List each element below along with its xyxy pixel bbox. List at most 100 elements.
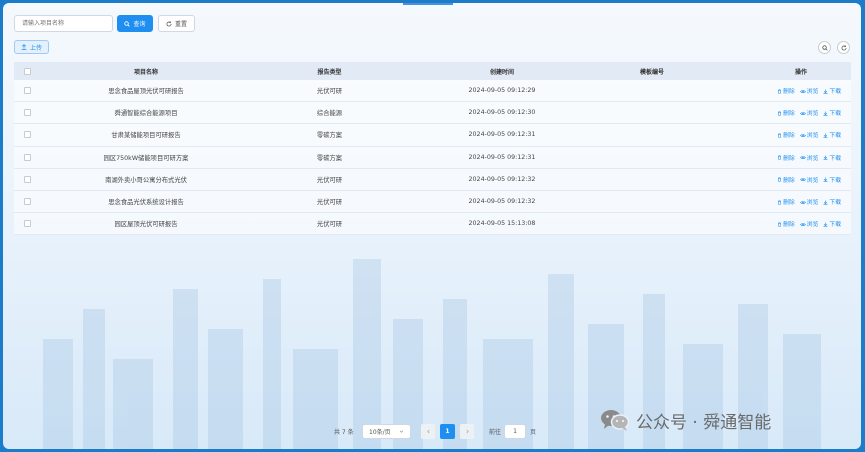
chevron-down-icon xyxy=(399,430,404,433)
preview-label: 浏览 xyxy=(806,155,819,162)
cell-created-time: 2024-09-05 09:12:32 xyxy=(468,175,536,183)
download-link[interactable]: 下载 xyxy=(823,175,841,184)
download-label: 下载 xyxy=(829,89,841,96)
download-label: 下载 xyxy=(829,200,841,207)
row-checkbox[interactable] xyxy=(23,87,31,95)
download-link[interactable]: 下载 xyxy=(823,130,841,139)
preview-link[interactable]: 浏览 xyxy=(799,153,819,162)
delete-link[interactable]: 删除 xyxy=(777,108,795,117)
table-row: 园区750kW储能项目可研方案 零碳方案 2024-09-05 09:12:31 删除… xyxy=(14,146,851,169)
eye-icon xyxy=(799,89,806,93)
delete-link[interactable]: 删除 xyxy=(777,197,795,206)
download-icon xyxy=(823,200,828,205)
prev-page-button[interactable] xyxy=(421,424,435,439)
preview-label: 浏览 xyxy=(806,200,819,207)
search-input[interactable] xyxy=(14,15,113,32)
cell-created-time: 2024-09-05 09:12:31 xyxy=(468,131,536,139)
page-suffix-label: 页 xyxy=(530,429,537,436)
download-link[interactable]: 下载 xyxy=(823,108,841,117)
cell-report-type: 零碳方案 xyxy=(316,154,343,162)
page-button-current[interactable]: 1 xyxy=(440,424,455,439)
download-icon xyxy=(823,177,828,183)
cell-operations: 删除 浏览 下载 xyxy=(707,108,851,117)
toggle-search-button[interactable] xyxy=(818,41,831,54)
download-link[interactable]: 下载 xyxy=(823,197,841,206)
cell-report-type: 零碳方案 xyxy=(316,132,343,140)
row-checkbox[interactable] xyxy=(23,131,31,139)
preview-link[interactable]: 浏览 xyxy=(799,130,818,139)
preview-link[interactable]: 浏览 xyxy=(799,108,819,118)
delete-link[interactable]: 删除 xyxy=(777,153,795,162)
header-ops: 操作 xyxy=(794,68,807,76)
preview-link[interactable]: 浏览 xyxy=(799,86,818,95)
download-icon xyxy=(823,89,828,94)
cell-report-type: 光伏可研 xyxy=(316,221,343,229)
download-link[interactable]: 下载 xyxy=(823,219,841,228)
download-label: 下载 xyxy=(829,133,841,140)
delete-icon xyxy=(778,133,782,138)
download-link[interactable]: 下载 xyxy=(823,86,841,95)
cell-created-time: 2024-09-05 09:12:29 xyxy=(468,87,536,95)
reset-button-label: 重置 xyxy=(174,21,187,28)
cell-created-time: 2024-09-05 15:13:08 xyxy=(468,220,536,228)
watermark-text: 公众号 · 舜通智能 xyxy=(636,412,772,433)
table-header: 项目名称 报告类型 创建时间 模板编号 操作 xyxy=(14,62,851,80)
delete-icon xyxy=(778,222,782,227)
cell-project-name: 甘肃某储能项目可研报告 xyxy=(111,132,181,140)
cell-created-time: 2024-09-05 09:12:31 xyxy=(468,153,536,161)
delete-icon xyxy=(778,111,782,116)
table-row: 思念食品光伏系统设计报告 光伏可研 2024-09-05 09:12:32 删除 浏览 下… xyxy=(14,190,851,214)
reset-button[interactable]: 重置 xyxy=(158,15,195,32)
query-button[interactable]: 查询 xyxy=(117,15,153,32)
preview-link[interactable]: 浏览 xyxy=(799,175,818,184)
row-checkbox[interactable] xyxy=(23,198,31,206)
cell-report-type: 光伏可研 xyxy=(316,199,343,207)
preview-link[interactable]: 浏览 xyxy=(799,197,819,207)
delete-label: 删除 xyxy=(783,133,795,140)
cell-operations: 删除 浏览 下载 xyxy=(707,86,851,95)
row-checkbox[interactable] xyxy=(23,153,31,161)
cell-operations: 删除 浏览 下载 xyxy=(707,175,851,184)
refresh-table-button[interactable] xyxy=(837,41,850,54)
refresh-icon xyxy=(841,44,846,50)
top-accent-bar xyxy=(403,3,453,5)
table-body: 思念食品屋顶光伏可研报告 光伏可研 2024-09-05 09:12:29 删除 浏览下… xyxy=(14,80,851,236)
row-checkbox[interactable] xyxy=(23,220,31,228)
download-label: 下载 xyxy=(829,111,841,118)
delete-icon xyxy=(778,177,782,183)
delete-link[interactable]: 删除 xyxy=(777,219,795,228)
delete-icon xyxy=(778,89,782,94)
download-label: 下载 xyxy=(829,177,841,184)
query-button-label: 查询 xyxy=(133,21,146,28)
delete-link[interactable]: 删除 xyxy=(777,130,795,139)
next-page-button[interactable] xyxy=(460,424,474,439)
upload-icon xyxy=(21,44,27,50)
download-label: 下载 xyxy=(829,222,841,229)
delete-link[interactable]: 删除 xyxy=(777,86,795,95)
delete-link[interactable]: 删除 xyxy=(777,175,795,184)
table-row: 南湖外卖小哥公寓分布式光伏 光伏可研 2024-09-05 09:12:32 删除 浏览… xyxy=(14,168,851,191)
upload-button[interactable]: 上传 xyxy=(14,40,49,54)
cell-project-name: 思念食品光伏系统设计报告 xyxy=(108,199,184,207)
refresh-icon xyxy=(166,20,172,26)
goto-page-input[interactable]: 1 xyxy=(504,424,526,439)
cell-project-name: 舜通智能综合能源项目 xyxy=(114,110,178,118)
cell-operations: 删除 浏览 下载 xyxy=(707,130,851,139)
cell-operations: 删除 浏览 下载 xyxy=(707,153,851,162)
eye-icon xyxy=(799,156,806,160)
row-checkbox[interactable] xyxy=(23,109,31,117)
page-size-value: 10条/页 xyxy=(369,429,391,436)
row-checkbox[interactable] xyxy=(23,175,31,183)
preview-link[interactable]: 浏览 xyxy=(799,219,818,228)
eye-icon xyxy=(799,133,806,137)
delete-label: 删除 xyxy=(783,89,795,96)
select-all-checkbox[interactable] xyxy=(23,67,31,75)
goto-label: 前往 xyxy=(489,429,502,436)
table-row: 甘肃某储能项目可研报告 零碳方案 2024-09-05 09:12:31 删除 浏览 下载 xyxy=(14,124,851,147)
delete-label: 删除 xyxy=(783,222,795,229)
download-link[interactable]: 下载 xyxy=(823,153,841,162)
preview-label: 浏览 xyxy=(806,111,819,118)
table-row: 思念食品屋顶光伏可研报告 光伏可研 2024-09-05 09:12:29 删除 浏览 下… xyxy=(14,80,851,103)
page-size-select[interactable]: 10条/页 xyxy=(362,424,411,439)
delete-label: 删除 xyxy=(783,200,795,207)
